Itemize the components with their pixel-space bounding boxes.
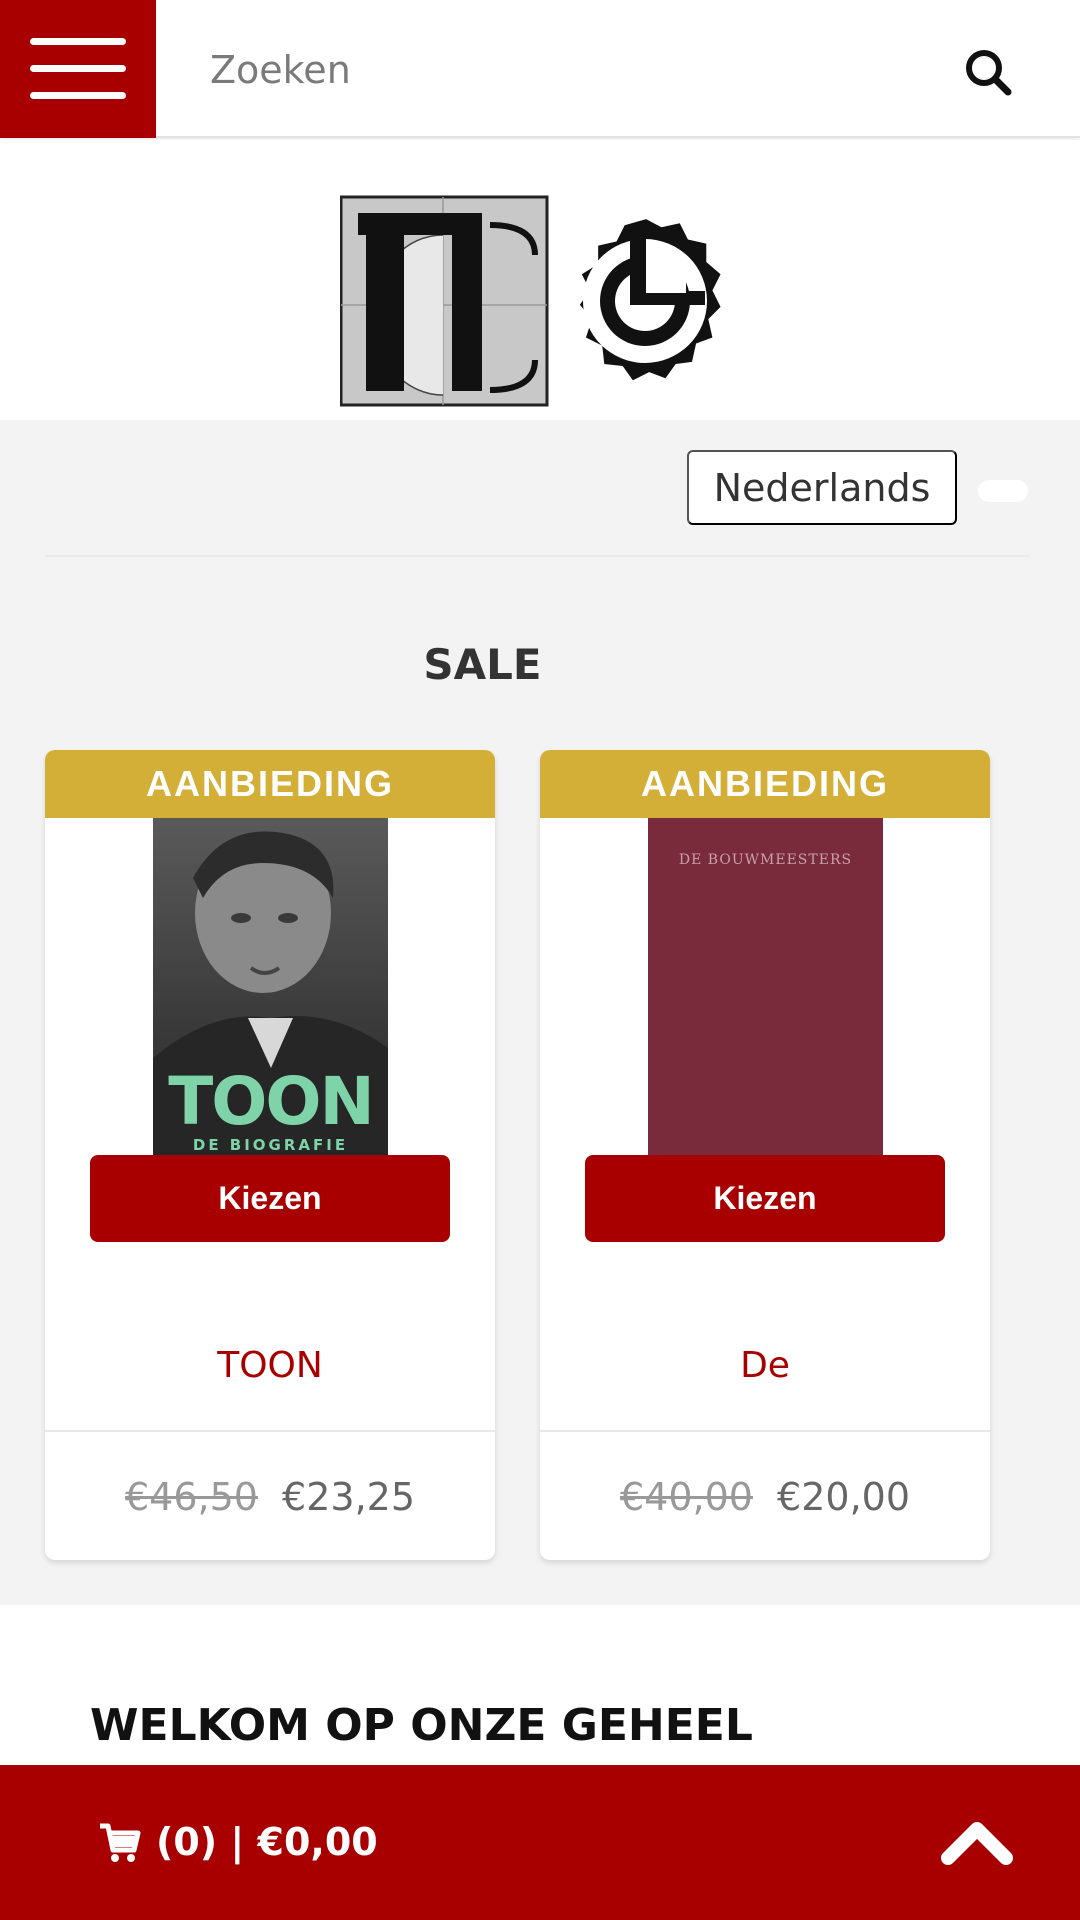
sale-badge: AANBIEDING: [540, 750, 990, 818]
old-price: €40,00: [619, 1475, 753, 1519]
price-row: €46,50 €23,25: [45, 1475, 495, 1519]
product-card[interactable]: AANBIEDING DE BOUWMEESTERS Kiezen De €40…: [540, 750, 990, 1560]
hamburger-menu-icon[interactable]: [0, 0, 156, 138]
sale-price: €20,00: [777, 1475, 911, 1519]
old-price: €46,50: [124, 1475, 258, 1519]
sale-badge: AANBIEDING: [45, 750, 495, 818]
divider: [45, 555, 1030, 557]
cart-summary: (0) | €0,00: [156, 1820, 378, 1864]
price-row: €40,00 €20,00: [540, 1475, 990, 1519]
language-selector[interactable]: Nederlands: [687, 450, 957, 525]
section-title: SALE: [423, 640, 542, 689]
choose-button[interactable]: Kiezen: [90, 1155, 450, 1242]
sale-price: €23,25: [282, 1475, 416, 1519]
product-title[interactable]: TOON: [45, 1345, 495, 1386]
search-icon[interactable]: [960, 44, 1020, 104]
cover-subtitle: DE BIOGRAFIE: [192, 1136, 349, 1154]
language-toggle[interactable]: [978, 480, 1028, 502]
cover-title: TOON: [168, 1063, 374, 1140]
search-input[interactable]: [190, 30, 890, 110]
top-bar: [0, 0, 1080, 138]
cart-icon: [100, 1823, 141, 1862]
product-image[interactable]: TOON DE BIOGRAFIE: [153, 818, 388, 1163]
cart-button[interactable]: (0) | €0,00: [98, 1807, 378, 1877]
bottom-bar: (0) | €0,00: [0, 1765, 1080, 1920]
card-divider: [540, 1430, 990, 1432]
choose-button[interactable]: Kiezen: [585, 1155, 945, 1242]
product-image[interactable]: DE BOUWMEESTERS: [648, 818, 883, 1163]
welcome-heading: WELKOM OP ONZE GEHEEL: [90, 1700, 753, 1751]
logo-area: [0, 140, 1080, 420]
product-title[interactable]: De: [540, 1345, 990, 1386]
chevron-up-icon[interactable]: [940, 1803, 1015, 1878]
cover-title: DE BOUWMEESTERS: [678, 852, 853, 868]
card-divider: [45, 1430, 495, 1432]
store-logo[interactable]: [340, 195, 742, 410]
product-card[interactable]: AANBIEDING TOON DE BIOGRAFIE Kiezen TOON…: [45, 750, 495, 1560]
